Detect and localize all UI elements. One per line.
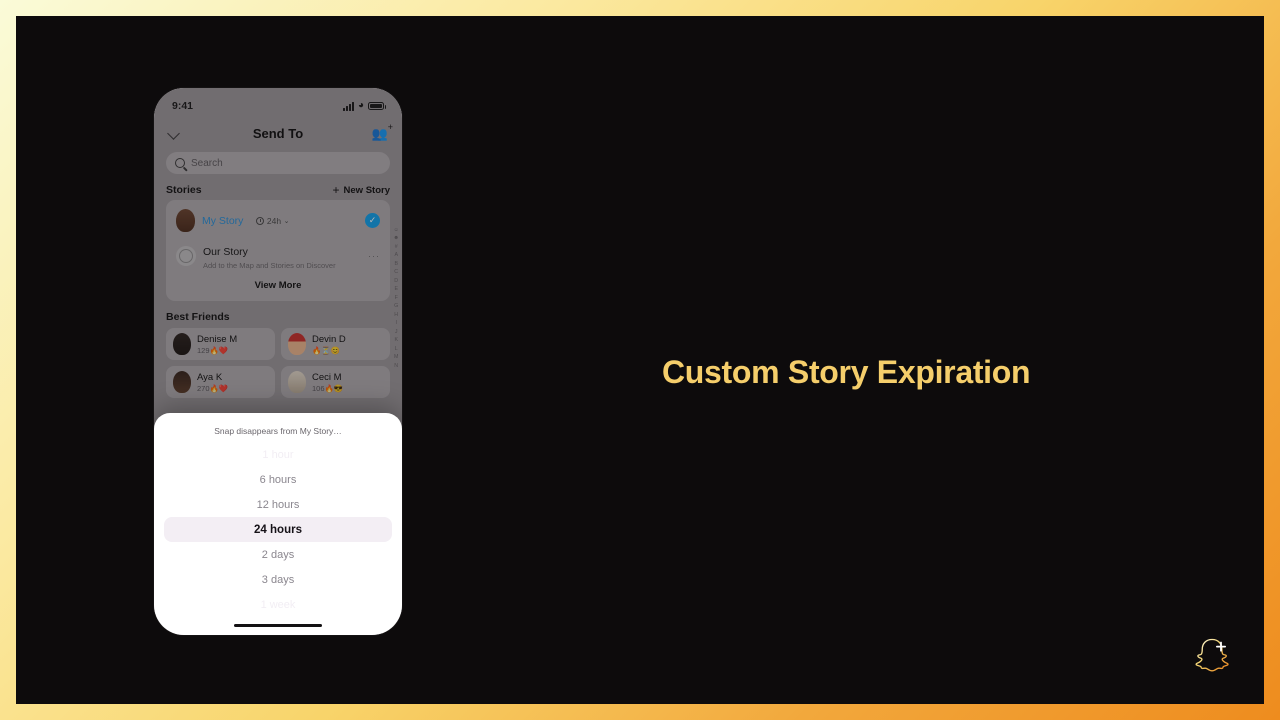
headline-text: Custom Story Expiration xyxy=(662,354,1031,390)
nav-bar: Send To 👥 + xyxy=(154,118,402,148)
alphabet-index-scrubber[interactable]: ☺ ☻ # A B C D E F G H I J K L M N xyxy=(393,227,399,369)
phone-mockup: 9:41 ◕ Send To 👥 + Search Stories + New … xyxy=(154,88,402,635)
view-more-button[interactable]: View More xyxy=(166,275,390,297)
friend-name: Aya K xyxy=(197,371,223,383)
wifi-icon: ◕ xyxy=(357,100,364,111)
alphabet-index-item[interactable]: ☺ xyxy=(394,227,399,233)
plus-icon: + xyxy=(332,183,340,197)
picker-option-12-hours[interactable]: 12 hours xyxy=(164,492,392,517)
alphabet-index-item[interactable]: L xyxy=(395,346,398,352)
duration-picker-wheel[interactable]: 1 hour 6 hours 12 hours 24 hours 2 days 3 day… xyxy=(154,442,402,617)
stories-card: My Story 24h ⌄ ✓ Our Story Add to the Ma… xyxy=(166,200,390,301)
avatar xyxy=(173,371,191,393)
picker-option-1-hour[interactable]: 1 hour xyxy=(164,442,392,467)
alphabet-index-item[interactable]: I xyxy=(395,321,396,327)
chevron-down-icon: ⌄ xyxy=(283,217,290,225)
story-row-my-story[interactable]: My Story 24h ⌄ ✓ xyxy=(166,204,390,237)
check-icon[interactable]: ✓ xyxy=(365,213,380,228)
globe-icon xyxy=(176,246,196,266)
alphabet-index-item[interactable]: C xyxy=(394,270,398,276)
alphabet-index-item[interactable]: # xyxy=(395,244,398,250)
story-duration-button[interactable]: 24h ⌄ xyxy=(256,216,289,226)
more-options-icon[interactable]: ··· xyxy=(368,251,380,261)
my-story-label: My Story xyxy=(202,214,244,227)
alphabet-index-item[interactable]: G xyxy=(394,304,398,310)
stories-title: Stories xyxy=(166,184,202,196)
story-duration-value: 24h xyxy=(266,215,282,226)
status-time: 9:41 xyxy=(172,100,194,112)
search-input[interactable]: Search xyxy=(166,152,390,174)
best-friends-title: Best Friends xyxy=(166,311,230,323)
best-friends-grid: Denise M 129🔥❤️ Devin D 🔥⏳😊 Aya K 270🔥❤️… xyxy=(154,328,402,398)
alphabet-index-item[interactable]: K xyxy=(394,337,398,343)
alphabet-index-item[interactable]: B xyxy=(394,261,398,267)
battery-icon xyxy=(368,102,386,110)
picker-option-24-hours[interactable]: 24 hours xyxy=(164,517,392,542)
status-bar: 9:41 ◕ xyxy=(154,88,402,118)
friend-name: Ceci M xyxy=(312,371,342,383)
friend-meta: 106🔥😎 xyxy=(312,383,344,393)
alphabet-index-item[interactable]: ☻ xyxy=(393,236,399,242)
picker-option-6-hours[interactable]: 6 hours xyxy=(164,467,392,492)
content-stage: 9:41 ◕ Send To 👥 + Search Stories + New … xyxy=(16,16,1264,704)
friend-meta: 🔥⏳😊 xyxy=(312,345,341,355)
story-row-our-story[interactable]: Our Story Add to the Map and Stories on … xyxy=(166,237,390,275)
our-story-subtitle: Add to the Map and Stories on Discover xyxy=(203,261,336,270)
alphabet-index-item[interactable]: D xyxy=(394,278,398,284)
search-placeholder: Search xyxy=(191,157,223,169)
alphabet-index-item[interactable]: F xyxy=(395,295,398,301)
snapchat-ghost-add-icon xyxy=(1195,638,1229,672)
friend-meta: 270🔥❤️ xyxy=(197,383,229,393)
friend-meta: 129🔥❤️ xyxy=(197,345,229,355)
picker-option-2-days[interactable]: 2 days xyxy=(164,542,392,567)
picker-title: Snap disappears from My Story… xyxy=(214,426,342,436)
friend-name: Devin D xyxy=(312,333,346,345)
alphabet-index-item[interactable]: M xyxy=(394,354,398,360)
avatar xyxy=(176,209,195,232)
alphabet-index-item[interactable]: J xyxy=(395,329,398,335)
new-story-label: New Story xyxy=(343,184,390,196)
avatar xyxy=(288,333,306,355)
picker-option-3-days[interactable]: 3 days xyxy=(164,567,392,592)
list-item[interactable]: Aya K 270🔥❤️ xyxy=(166,366,275,398)
add-friends-icon[interactable]: 👥 + xyxy=(372,122,393,140)
list-item[interactable]: Denise M 129🔥❤️ xyxy=(166,328,275,360)
new-story-button[interactable]: + New Story xyxy=(333,184,390,196)
our-story-label: Our Story xyxy=(203,246,248,258)
avatar xyxy=(288,371,306,393)
signal-icon xyxy=(342,101,354,111)
alphabet-index-item[interactable]: H xyxy=(394,312,398,318)
clock-icon xyxy=(256,216,265,225)
avatar xyxy=(173,333,191,355)
friend-name: Denise M xyxy=(197,333,238,345)
alphabet-index-item[interactable]: A xyxy=(394,253,398,259)
picker-option-1-week[interactable]: 1 week xyxy=(164,592,392,617)
alphabet-index-item[interactable]: E xyxy=(394,287,398,293)
stories-section-header: Stories + New Story xyxy=(154,174,402,200)
list-item[interactable]: Ceci M 106🔥😎 xyxy=(281,366,390,398)
list-item[interactable]: Devin D 🔥⏳😊 xyxy=(281,328,390,360)
story-expiration-picker-sheet: Snap disappears from My Story… 1 hour 6 h… xyxy=(154,413,402,635)
home-indicator xyxy=(234,623,322,627)
alphabet-index-item[interactable]: N xyxy=(394,363,398,369)
page-title: Send To xyxy=(252,125,304,141)
search-icon xyxy=(175,158,185,168)
